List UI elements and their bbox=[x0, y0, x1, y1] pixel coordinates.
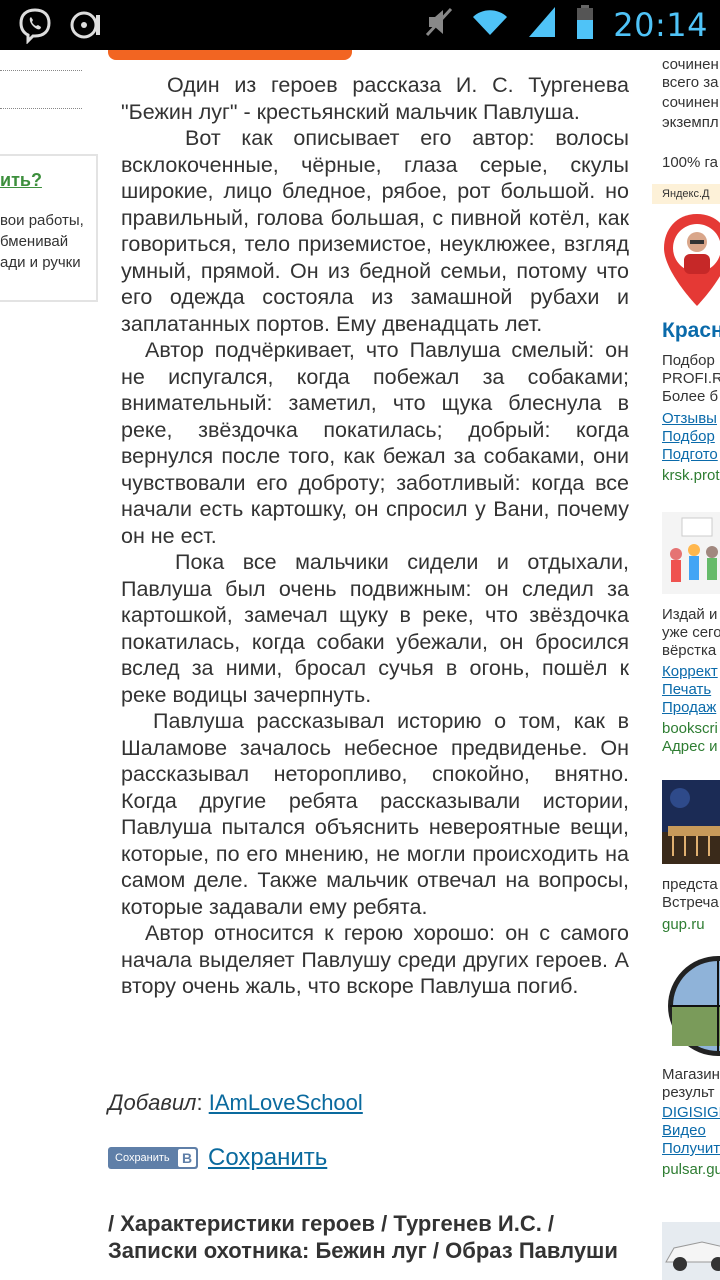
vk-logo-icon: В bbox=[178, 1149, 196, 1167]
divider bbox=[0, 70, 82, 71]
ad-text: результ bbox=[662, 1084, 715, 1101]
ad-link[interactable]: Подгото bbox=[662, 446, 718, 464]
left-sidebar: ить? вои работы, бменивай ади и ручки bbox=[0, 50, 100, 310]
ad-text: экземпл bbox=[662, 114, 719, 131]
ad-text: всего за bbox=[662, 74, 719, 91]
author-row: Добавил: IAmLoveSchool bbox=[108, 1090, 363, 1115]
save-link[interactable]: Сохранить bbox=[208, 1144, 327, 1172]
mute-icon bbox=[425, 5, 453, 44]
battery-icon bbox=[575, 4, 595, 45]
save-row: Сохранить В Сохранить bbox=[108, 1144, 327, 1172]
ad-domain[interactable]: bookscri bbox=[662, 720, 718, 738]
promo-box-text: вои работы, bbox=[0, 212, 84, 229]
ad-link[interactable]: Получит bbox=[662, 1140, 720, 1158]
status-bar: 20:14 bbox=[0, 0, 720, 50]
ad-text: Издай и bbox=[662, 606, 718, 623]
divider bbox=[0, 108, 82, 109]
vk-save-button-label: Сохранить bbox=[115, 1152, 170, 1164]
ad-link[interactable]: Видео bbox=[662, 1122, 706, 1140]
ad-link[interactable]: DIGISIGH bbox=[662, 1104, 720, 1122]
breadcrumb-tags[interactable]: / Характеристики героев / Тургенев И.С. … bbox=[108, 1210, 638, 1264]
promo-box-title[interactable]: ить? bbox=[0, 170, 42, 191]
ad-text: PROFI.R bbox=[662, 370, 720, 387]
viber-icon bbox=[16, 6, 54, 49]
article-paragraph: Вот как описывает его автор: волосы вскл… bbox=[121, 126, 629, 336]
article-paragraph: Автор подчёркивает, что Павлуша смелый: … bbox=[121, 338, 629, 548]
article: Один из героев рассказа И. С. Тургенева … bbox=[108, 50, 638, 1280]
ad-address[interactable]: Адрес и bbox=[662, 738, 718, 756]
ad-image[interactable] bbox=[662, 1222, 720, 1280]
article-paragraph: Один из героев рассказа И. С. Тургенева … bbox=[121, 73, 629, 124]
ad-domain[interactable]: gup.ru bbox=[662, 916, 705, 934]
vk-save-button[interactable]: Сохранить В bbox=[108, 1147, 198, 1169]
ad-image[interactable] bbox=[662, 780, 720, 864]
added-by-label: Добавил bbox=[108, 1090, 197, 1115]
article-paragraph: Автор относится к герою хорошо: он с сам… bbox=[121, 921, 629, 998]
promo-box-text: бменивай bbox=[0, 233, 69, 250]
ad-domain[interactable]: pulsar.gu bbox=[662, 1161, 720, 1179]
ad-text: предста bbox=[662, 876, 718, 893]
article-paragraph: Павлуша рассказывал историю о том, как в… bbox=[121, 709, 629, 919]
ad-image[interactable] bbox=[662, 956, 720, 1056]
ad-text: сочинен bbox=[662, 56, 719, 73]
ad-image[interactable] bbox=[662, 512, 720, 594]
ad-text: Более б bbox=[662, 388, 719, 405]
ad-text: Подбор bbox=[662, 352, 715, 369]
promo-box[interactable]: ить? вои работы, бменивай ади и ручки bbox=[0, 154, 98, 302]
music-disc-icon bbox=[68, 7, 104, 48]
signal-icon bbox=[527, 5, 557, 44]
ad-link[interactable]: Продаж bbox=[662, 699, 716, 717]
clock: 20:14 bbox=[613, 5, 708, 44]
article-paragraph: Пока все мальчики сидели и отдыхали, Пав… bbox=[121, 550, 629, 707]
author-link[interactable]: IAmLoveSchool bbox=[209, 1090, 363, 1115]
wifi-icon bbox=[471, 7, 509, 42]
ad-title[interactable]: Красн bbox=[662, 320, 720, 341]
ad-text: 100% га bbox=[662, 154, 719, 171]
orange-action-button[interactable] bbox=[108, 50, 352, 60]
ad-link[interactable]: Коррект bbox=[662, 663, 718, 681]
ad-link[interactable]: Печать bbox=[662, 681, 711, 699]
ad-link[interactable]: Подбор bbox=[662, 428, 715, 446]
ad-text: уже сего bbox=[662, 624, 720, 641]
article-body: Один из героев рассказа И. С. Тургенева … bbox=[121, 72, 629, 1000]
ad-text: сочинен bbox=[662, 94, 719, 111]
ad-domain[interactable]: krsk.prot bbox=[662, 467, 720, 485]
ad-column: сочинен всего за сочинен экземпл 100% га… bbox=[652, 50, 720, 1280]
ad-link[interactable]: Отзывы bbox=[662, 410, 717, 428]
ad-text: Магазин bbox=[662, 1066, 720, 1083]
yandex-direct-label[interactable]: Яндекс.Д bbox=[652, 184, 720, 204]
web-page: ить? вои работы, бменивай ади и ручки Од… bbox=[0, 50, 720, 1280]
ad-image[interactable] bbox=[662, 210, 720, 328]
promo-box-text: ади и ручки bbox=[0, 254, 81, 271]
ad-text: вёрстка bbox=[662, 642, 717, 659]
ad-text: Встреча bbox=[662, 894, 719, 911]
